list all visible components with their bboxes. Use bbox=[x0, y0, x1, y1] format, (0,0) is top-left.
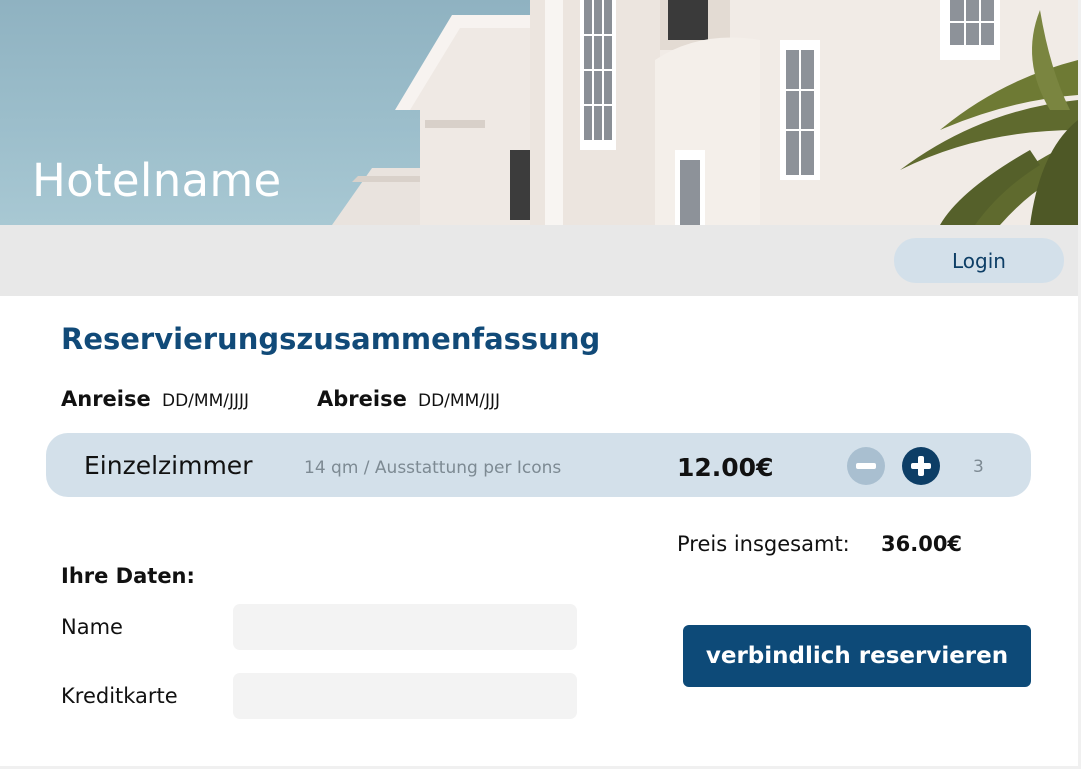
login-button[interactable]: Login bbox=[894, 238, 1064, 283]
top-bar: Login bbox=[0, 225, 1078, 296]
arrival-date: DD/MM/JJJJ bbox=[162, 391, 250, 411]
room-description: 14 qm / Ausstattung per Icons bbox=[304, 458, 562, 478]
name-label: Name bbox=[61, 615, 123, 639]
departure-date: DD/MM/JJJ bbox=[418, 391, 501, 411]
departure-label: Abreise bbox=[317, 387, 407, 411]
room-item: Einzelzimmer 14 qm / Ausstattung per Ico… bbox=[46, 433, 1031, 497]
room-name: Einzelzimmer bbox=[84, 451, 253, 480]
credit-card-label: Kreditkarte bbox=[61, 684, 178, 708]
total-price-value: 36.00€ bbox=[881, 532, 963, 556]
plus-circle-icon[interactable] bbox=[902, 447, 940, 485]
reserve-button[interactable]: verbindlich reservieren bbox=[683, 625, 1031, 687]
room-quantity: 3 bbox=[973, 457, 984, 477]
page-title: Reservierungszusammenfassung bbox=[61, 322, 601, 356]
hero-banner: Hotelname bbox=[0, 0, 1078, 225]
arrival-label: Anreise bbox=[61, 387, 151, 411]
personal-data-heading: Ihre Daten: bbox=[61, 564, 195, 588]
minus-circle-icon[interactable] bbox=[847, 447, 885, 485]
total-price-label: Preis insgesamt: bbox=[677, 532, 850, 556]
credit-card-field[interactable] bbox=[233, 673, 577, 719]
room-price: 12.00€ bbox=[677, 453, 774, 482]
hotel-name: Hotelname bbox=[32, 154, 282, 207]
name-field[interactable] bbox=[233, 604, 577, 650]
